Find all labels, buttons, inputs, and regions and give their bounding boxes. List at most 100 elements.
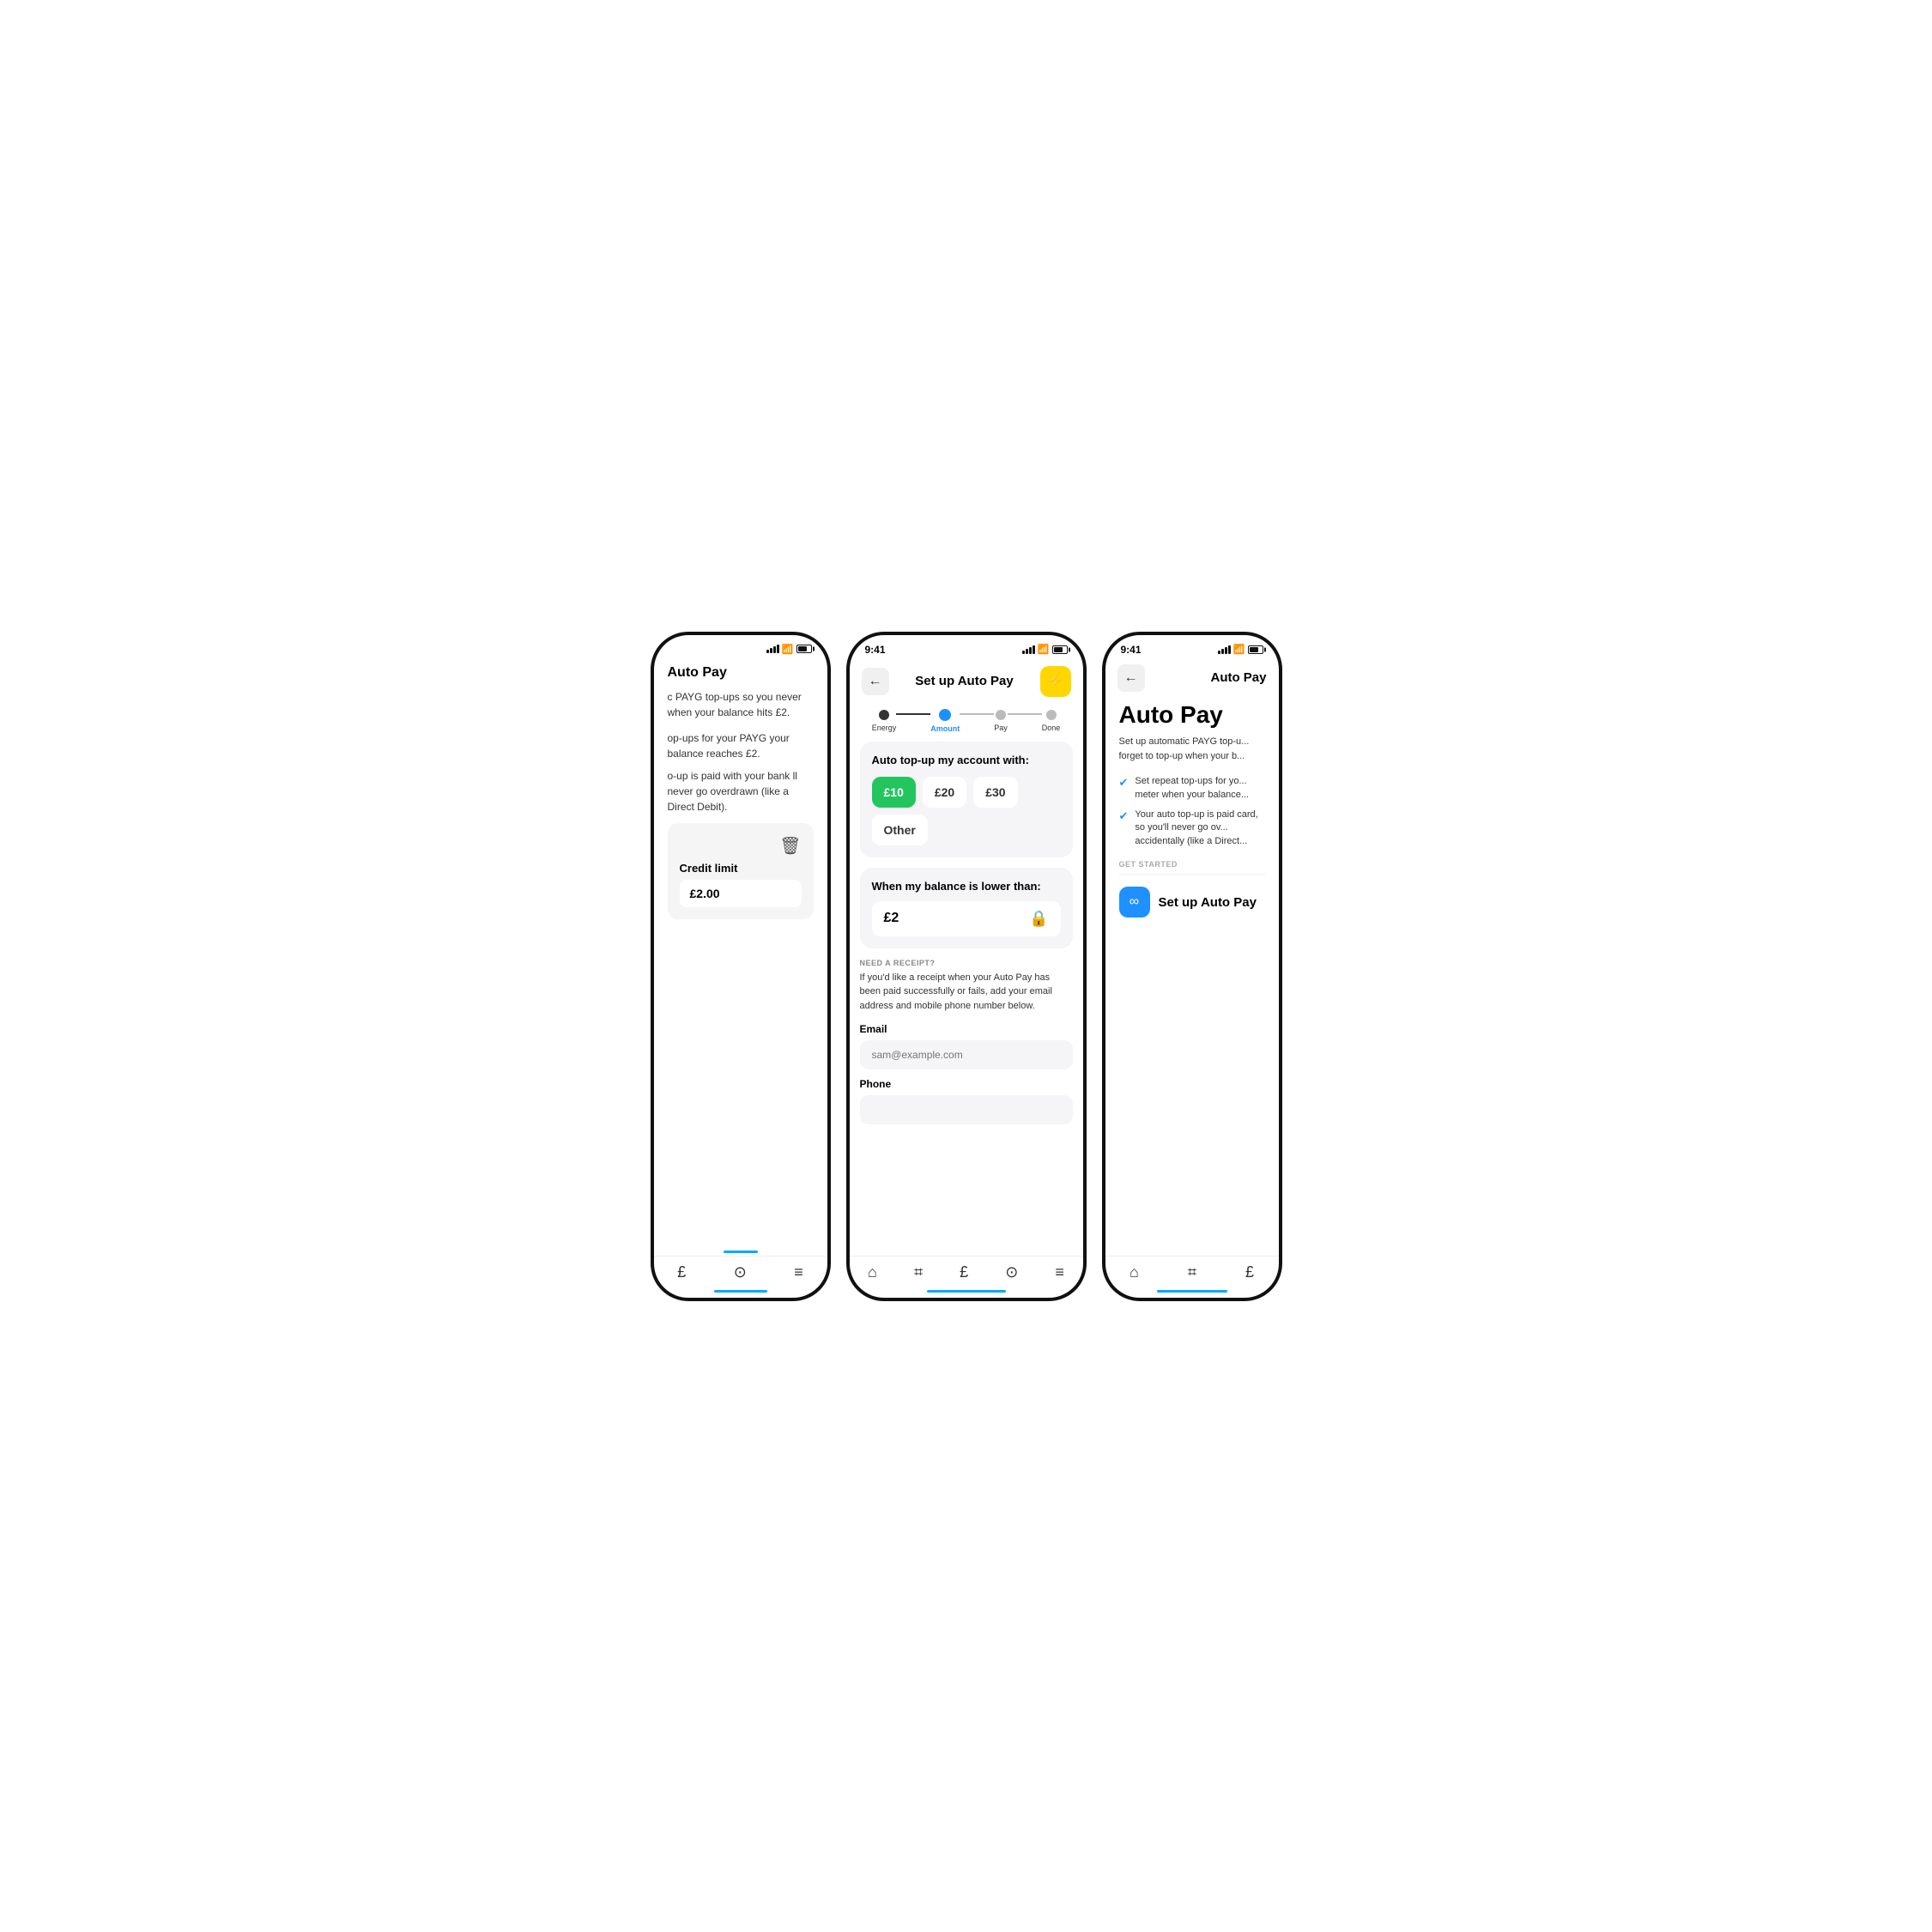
- right-content: Auto Pay Set up automatic PAYG top-u... …: [1105, 697, 1279, 1256]
- right-status-icons: 📶: [1218, 644, 1263, 655]
- check-text-1: Set repeat top-ups for yo... meter when …: [1135, 775, 1264, 802]
- left-nav-item-menu[interactable]: ≡: [794, 1263, 803, 1281]
- amount-10-button[interactable]: £10: [872, 777, 916, 808]
- right-nav-indicator: [1157, 1290, 1227, 1293]
- step-dot-pay: [996, 710, 1006, 720]
- scene: 📶 Auto Pay c PAYG top-ups so you never w…: [580, 580, 1353, 1353]
- credit-limit-value: £2.00: [680, 880, 802, 907]
- center-content: Auto top-up my account with: £10 £20 £30…: [850, 742, 1083, 1256]
- left-status-icons: 📶: [766, 644, 812, 655]
- setup-autopay-button[interactable]: ∞ Set up Auto Pay: [1119, 883, 1257, 921]
- center-nav-currency[interactable]: £: [960, 1263, 968, 1281]
- step-amount: Amount: [930, 709, 960, 733]
- balance-value: £2: [884, 911, 899, 926]
- right-status-time: 9:41: [1121, 644, 1142, 656]
- amount-card: Auto top-up my account with: £10 £20 £30…: [860, 742, 1073, 857]
- balance-input-row: £2 🔒: [872, 901, 1061, 936]
- left-desc3: o-up is paid with your bank ll never go …: [668, 768, 814, 815]
- right-signal-icon: [1218, 645, 1231, 654]
- center-nav-help[interactable]: ⊙: [1005, 1263, 1018, 1281]
- lightning-button[interactable]: ⚡: [1040, 666, 1071, 697]
- step-label-done: Done: [1042, 724, 1061, 732]
- right-status-bar: 9:41 📶: [1105, 635, 1279, 659]
- right-currency-icon: £: [1245, 1263, 1254, 1281]
- step-done: Done: [1042, 710, 1061, 732]
- credit-limit-box: 🗑 Credit limit £2.00: [668, 823, 814, 919]
- right-main: Auto Pay Set up automatic PAYG top-u... …: [1105, 697, 1279, 930]
- center-bottom-nav: ⌂ ⌗ £ ⊙ ≡: [850, 1256, 1083, 1290]
- step-line-1: [896, 713, 930, 715]
- amount-20-button[interactable]: £20: [923, 777, 966, 808]
- check-item-1: ✔ Set repeat top-ups for yo... meter whe…: [1119, 775, 1265, 802]
- step-label-pay: Pay: [994, 724, 1008, 732]
- step-dot-done: [1046, 710, 1057, 720]
- lightning-icon: ⚡: [1045, 672, 1064, 690]
- left-bottom-nav: £ ⊙ ≡: [654, 1256, 827, 1290]
- center-battery-icon: [1052, 645, 1068, 654]
- left-nav-item-help[interactable]: ⊙: [734, 1263, 747, 1281]
- center-currency-icon: £: [960, 1263, 968, 1281]
- right-nav-currency[interactable]: £: [1245, 1263, 1254, 1281]
- step-label-amount: Amount: [930, 724, 960, 733]
- left-phone: 📶 Auto Pay c PAYG top-ups so you never w…: [651, 632, 831, 1301]
- center-status-icons: 📶: [1022, 644, 1068, 655]
- lock-icon: 🔒: [1029, 910, 1048, 928]
- back-button[interactable]: ←: [862, 668, 889, 695]
- left-nav-indicator: [714, 1290, 767, 1293]
- step-line-2: [960, 713, 994, 715]
- left-desc2: op-ups for your PAYG your balance reache…: [668, 730, 814, 761]
- left-content: Auto Pay c PAYG top-ups so you never whe…: [654, 658, 827, 1256]
- check-item-2: ✔ Your auto top-up is paid card, so you'…: [1119, 809, 1265, 848]
- center-wifi-icon: 📶: [1038, 644, 1050, 655]
- left-status-bar: 📶: [654, 635, 827, 658]
- right-back-button[interactable]: ←: [1117, 664, 1145, 692]
- receipt-desc: If you'd like a receipt when your Auto P…: [860, 971, 1073, 1014]
- menu-icon: ≡: [794, 1263, 803, 1281]
- right-nav-usage[interactable]: ⌗: [1188, 1263, 1196, 1281]
- setup-autopay-label: Set up Auto Pay: [1159, 895, 1257, 910]
- step-dot-energy: [879, 710, 889, 720]
- center-menu-icon: ≡: [1055, 1263, 1064, 1281]
- step-label-energy: Energy: [872, 724, 897, 732]
- amount-30-button[interactable]: £30: [973, 777, 1017, 808]
- stepper: Energy Amount Pay Done: [850, 702, 1083, 742]
- right-nav-home[interactable]: ⌂: [1130, 1263, 1139, 1281]
- right-home-icon: ⌂: [1130, 1263, 1139, 1281]
- right-phone: 9:41 📶 ← Auto Pay Auto Pay Se: [1102, 632, 1282, 1301]
- amount-other-button[interactable]: Other: [872, 815, 928, 845]
- center-status-bar: 9:41 📶: [850, 635, 1083, 659]
- right-desc: Set up automatic PAYG top-u... forget to…: [1119, 735, 1265, 763]
- phone-input[interactable]: [860, 1095, 1073, 1124]
- right-usage-icon: ⌗: [1188, 1263, 1196, 1281]
- left-battery-icon: [796, 645, 812, 653]
- check-icon-1: ✔: [1119, 776, 1129, 790]
- center-help-icon: ⊙: [1005, 1263, 1018, 1281]
- center-page-title: Set up Auto Pay: [889, 674, 1040, 688]
- center-nav-menu[interactable]: ≡: [1055, 1263, 1064, 1281]
- center-nav-indicator: [927, 1290, 1006, 1293]
- email-label: Email: [860, 1023, 1073, 1035]
- home-icon: ⌂: [868, 1263, 877, 1281]
- center-nav-home[interactable]: ⌂: [868, 1263, 877, 1281]
- step-pay: Pay: [994, 710, 1008, 732]
- right-bottom-nav: ⌂ ⌗ £: [1105, 1256, 1279, 1290]
- step-energy: Energy: [872, 710, 897, 732]
- left-wifi-icon: 📶: [782, 644, 794, 655]
- right-wifi-icon: 📶: [1233, 644, 1245, 655]
- left-page-title: Auto Pay: [654, 658, 827, 689]
- center-phone: 9:41 📶 ← Set up Auto Pay ⚡: [846, 632, 1087, 1301]
- help-icon: ⊙: [734, 1263, 747, 1281]
- left-nav-item-currency[interactable]: £: [677, 1263, 686, 1281]
- receipt-section: NEED A RECEIPT? If you'd like a receipt …: [850, 959, 1083, 1142]
- left-main: c PAYG top-ups so you never when your ba…: [654, 689, 827, 1256]
- email-input[interactable]: [860, 1040, 1073, 1069]
- infinity-icon: ∞: [1130, 894, 1139, 910]
- trash-icon[interactable]: 🗑: [779, 835, 801, 857]
- center-nav-usage[interactable]: ⌗: [914, 1263, 923, 1281]
- center-status-time: 9:41: [865, 644, 886, 656]
- setup-autopay-icon: ∞: [1119, 887, 1150, 918]
- check-text-2: Your auto top-up is paid card, so you'll…: [1135, 809, 1264, 848]
- check-icon-2: ✔: [1119, 809, 1129, 823]
- right-page-title: Auto Pay: [1210, 670, 1266, 685]
- step-line-3: [1008, 713, 1042, 715]
